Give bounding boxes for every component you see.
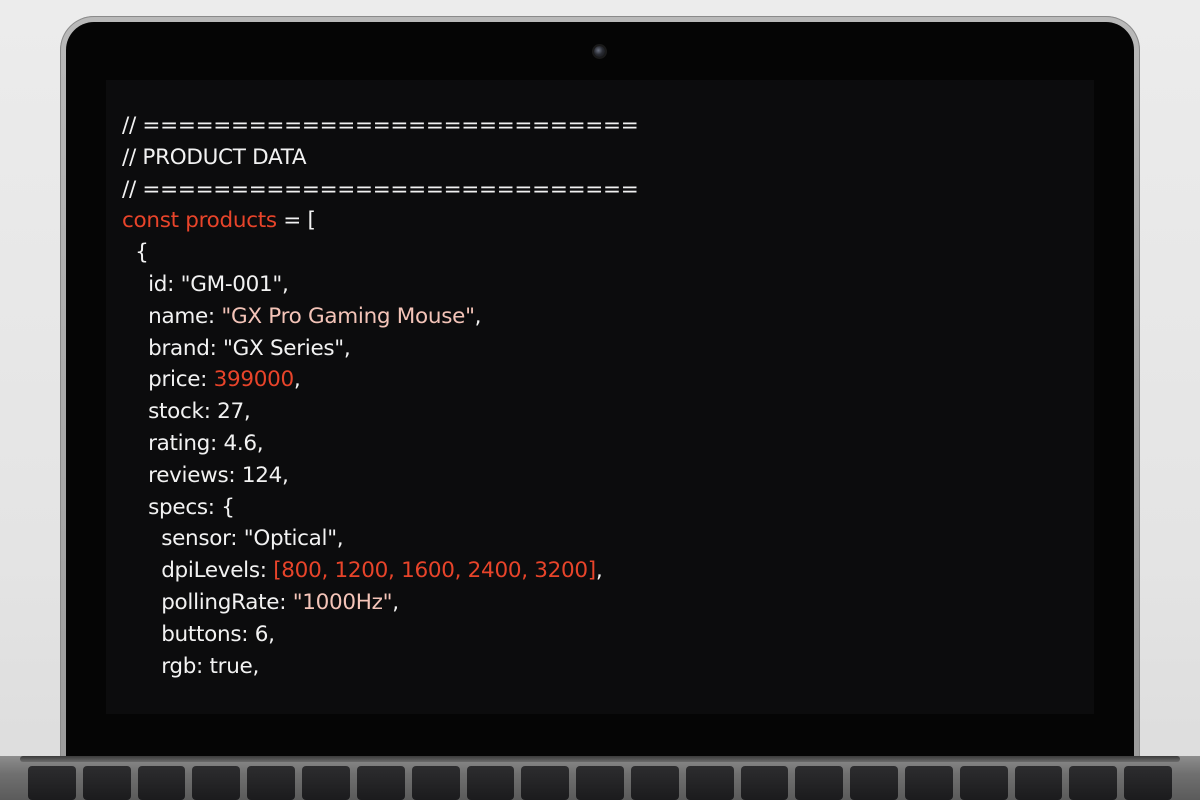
webcam-icon <box>594 46 605 57</box>
code-line: // PRODUCT DATA <box>122 142 638 174</box>
code-content[interactable]: // ============================ // PRODUC… <box>122 110 639 683</box>
code-line: pollingRate: "1000Hz", <box>122 587 638 619</box>
code-token: dpiLevels: <box>122 558 274 584</box>
code-token: [800, 1200, 1600, 2400, 3200] <box>273 558 596 584</box>
code-line: // ============================ <box>122 110 639 142</box>
keyboard-key <box>28 766 76 800</box>
keyboard-key <box>1069 766 1118 800</box>
code-line: brand: "GX Series", <box>122 333 638 365</box>
code-token: sensor: "Optical", <box>122 526 344 552</box>
code-token: reviews: 124, <box>122 462 289 488</box>
keyboard-key <box>576 766 624 800</box>
keyboard-key <box>905 766 953 800</box>
code-line: id: "GM-001", <box>122 269 638 301</box>
code-line: reviews: 124, <box>122 460 638 492</box>
laptop-scene: // ============================ // PRODUC… <box>0 0 1200 800</box>
code-token: id: "GM-001", <box>122 271 289 297</box>
keyboard <box>28 766 1173 800</box>
keyboard-key <box>630 766 679 800</box>
code-token: , <box>474 303 482 329</box>
code-token: // PRODUCT DATA <box>122 144 307 170</box>
code-line: stock: 27, <box>122 396 638 428</box>
keyboard-key <box>740 766 789 800</box>
code-token: , <box>595 558 603 584</box>
code-token: = [ <box>276 208 316 234</box>
keyboard-key <box>1014 766 1063 800</box>
code-line: rating: 4.6, <box>122 428 638 460</box>
code-token: // ============================ <box>122 113 639 138</box>
code-token: "GX Pro Gaming Mouse" <box>221 303 475 329</box>
code-line: // ============================ <box>122 174 639 206</box>
code-token: 399000 <box>213 367 295 393</box>
code-line: const products = [ <box>122 205 638 237</box>
keyboard-key <box>795 766 844 800</box>
code-token: // ============================ <box>122 176 639 202</box>
code-token: , <box>392 589 399 615</box>
keyboard-key <box>82 766 131 800</box>
code-token: stock: 27, <box>122 399 251 425</box>
keyboard-key <box>247 766 296 800</box>
keyboard-key <box>356 766 405 800</box>
keyboard-key <box>850 766 898 800</box>
code-line: sensor: "Optical", <box>122 523 638 555</box>
code-line: buttons: 6, <box>122 619 638 651</box>
code-token: pollingRate: <box>122 589 293 615</box>
code-line: name: "GX Pro Gaming Mouse", <box>122 301 638 333</box>
keyboard-key <box>302 766 350 800</box>
keyboard-key <box>1124 766 1173 800</box>
keyboard-key <box>411 766 460 800</box>
code-token: rating: 4.6, <box>122 430 264 456</box>
code-token: name: <box>122 303 222 329</box>
hinge <box>20 756 1180 762</box>
code-token: brand: "GX Series", <box>122 335 351 361</box>
code-token: rgb: true, <box>122 653 259 679</box>
keyboard-key <box>959 766 1008 800</box>
code-line: price: 399000, <box>122 364 638 396</box>
code-line: specs: { <box>122 492 638 524</box>
keyboard-key <box>685 766 734 800</box>
code-token: { <box>122 240 149 266</box>
code-token: specs: { <box>122 494 235 520</box>
code-line: { <box>122 237 638 269</box>
code-editor[interactable]: // ============================ // PRODUC… <box>106 80 1094 714</box>
code-line: rgb: true, <box>122 651 638 683</box>
code-token: buttons: 6, <box>122 621 275 647</box>
code-token: , <box>293 367 301 393</box>
code-line: dpiLevels: [800, 1200, 1600, 2400, 3200]… <box>122 555 638 587</box>
keyboard-key <box>521 766 570 800</box>
keyboard-key <box>137 766 186 800</box>
code-token: "1000Hz" <box>292 589 393 615</box>
keyboard-key <box>466 766 515 800</box>
keyboard-key <box>192 766 241 800</box>
code-token: price: <box>122 367 214 393</box>
code-token: const products <box>122 208 277 234</box>
